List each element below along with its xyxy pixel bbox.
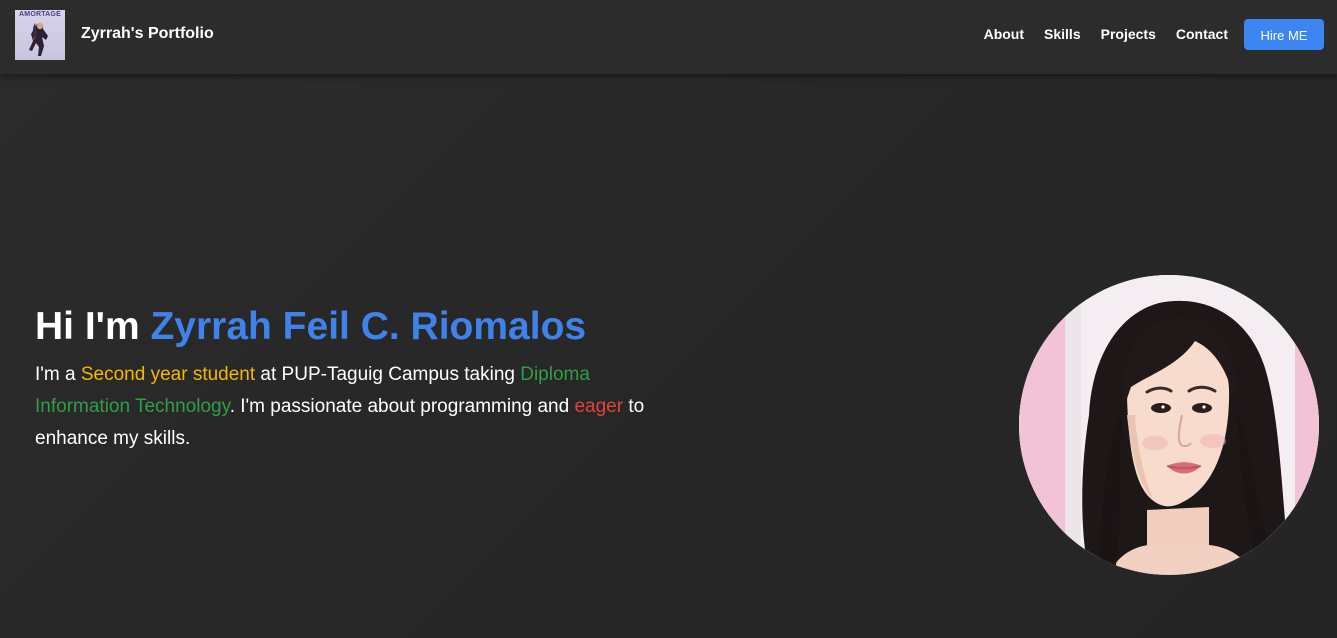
brand-title[interactable]: Zyrrah's Portfolio xyxy=(81,25,214,43)
hero-name: Zyrrah Feil C. Riomalos xyxy=(150,305,587,348)
hero-greeting: Hi I'm xyxy=(35,305,151,348)
highlight-eager: eager xyxy=(574,396,624,417)
intro-part-1: I'm a xyxy=(35,364,81,385)
intro-part-3: . I'm passionate about programming and xyxy=(229,396,575,417)
intro-part-2: at PUP-Taguig Campus taking xyxy=(255,364,521,385)
hero-heading: Hi I'm Zyrrah Feil C. Riomalos xyxy=(35,304,586,350)
hire-me-button[interactable]: Hire ME xyxy=(1244,19,1324,50)
nav-links: About Skills Projects Contact xyxy=(964,26,1228,43)
hero-intro: I'm a Second year student at PUP-Taguig … xyxy=(35,359,675,455)
nav-link-skills[interactable]: Skills xyxy=(1044,26,1081,43)
portrait-icon xyxy=(1019,275,1319,575)
logo-figure-icon xyxy=(29,22,48,56)
nav-link-projects[interactable]: Projects xyxy=(1101,26,1156,43)
profile-photo xyxy=(1019,275,1319,575)
hero-section: Hi I'm Zyrrah Feil C. Riomalos I'm a Sec… xyxy=(0,74,1337,638)
nav-link-contact[interactable]: Contact xyxy=(1176,26,1228,43)
highlight-year: Second year student xyxy=(80,364,256,385)
navbar: AMORTAGE Zyrrah's Portfolio About Skills… xyxy=(0,0,1337,74)
nav-link-about[interactable]: About xyxy=(984,26,1024,43)
site-logo[interactable]: AMORTAGE xyxy=(15,10,65,60)
